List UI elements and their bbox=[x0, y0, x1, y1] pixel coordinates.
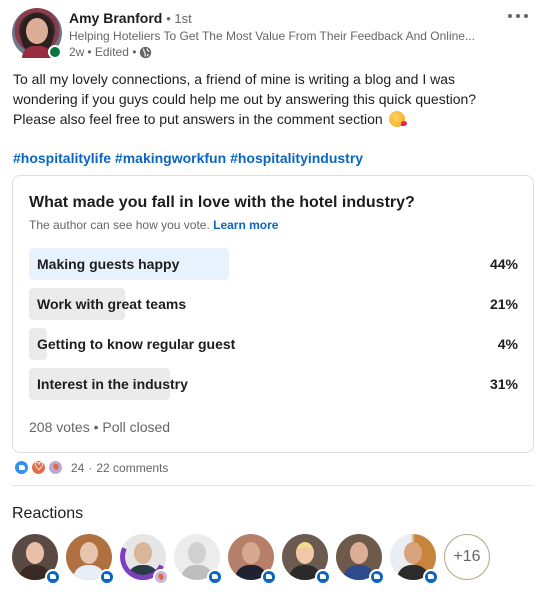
post-text-line: To all my lovely connections, a friend o… bbox=[13, 71, 455, 87]
connection-degree: • 1st bbox=[166, 11, 192, 26]
poll-option-label: Making guests happy bbox=[37, 256, 180, 272]
like-icon bbox=[261, 569, 277, 585]
globe-icon bbox=[140, 46, 152, 58]
reactors-list: +16 bbox=[12, 534, 490, 585]
reactor-avatar[interactable] bbox=[282, 534, 331, 585]
hashtag-link[interactable]: #hospitalityindustry bbox=[230, 150, 363, 166]
poll-option: Getting to know regular guest 4% bbox=[29, 328, 518, 360]
like-icon bbox=[14, 460, 29, 475]
poll-card: What made you fall in love with the hote… bbox=[12, 175, 534, 453]
photo-head bbox=[404, 542, 422, 564]
photo-head bbox=[26, 542, 44, 564]
love-icon bbox=[31, 460, 46, 475]
poll-option-percent: 21% bbox=[489, 296, 518, 312]
reactor-avatar[interactable] bbox=[66, 534, 115, 585]
support-icon bbox=[48, 460, 63, 475]
like-icon bbox=[315, 569, 331, 585]
poll-option: Interest in the industry 31% bbox=[29, 368, 518, 400]
ellipsis-icon bbox=[508, 14, 512, 18]
poll-question: What made you fall in love with the hote… bbox=[29, 194, 415, 211]
separator: · bbox=[88, 460, 93, 475]
divider bbox=[12, 485, 534, 486]
photo-head bbox=[242, 542, 260, 564]
post-edited: • Edited • bbox=[87, 45, 137, 59]
poll-footer: 208 votes • Poll closed bbox=[29, 419, 171, 435]
reactions-heading: Reactions bbox=[12, 505, 84, 522]
reaction-count[interactable]: 24 bbox=[71, 461, 84, 475]
author-name[interactable]: Amy Branford bbox=[69, 10, 162, 26]
hashtag-link[interactable]: #hospitalitylife bbox=[13, 150, 111, 166]
author-avatar[interactable] bbox=[12, 8, 62, 59]
poll-note-text: The author can see how you vote. bbox=[29, 218, 210, 232]
photo-head bbox=[80, 542, 98, 564]
post-meta: 2w • Edited • bbox=[69, 45, 152, 59]
poll-option-percent: 31% bbox=[489, 376, 518, 392]
more-reactors-button[interactable]: +16 bbox=[444, 534, 490, 580]
poll-option-percent: 44% bbox=[489, 256, 518, 272]
reactor-avatar[interactable] bbox=[120, 534, 169, 585]
like-icon bbox=[207, 569, 223, 585]
reactor-avatar[interactable] bbox=[174, 534, 223, 585]
ellipsis-icon bbox=[524, 14, 528, 18]
like-icon bbox=[45, 569, 61, 585]
reactor-avatar[interactable] bbox=[390, 534, 439, 585]
post-header: Amy Branford • 1st Helping Hoteliers To … bbox=[12, 6, 534, 62]
reactor-avatar[interactable] bbox=[12, 534, 61, 585]
poll-option-label: Interest in the industry bbox=[37, 376, 188, 392]
online-status-indicator bbox=[48, 45, 62, 59]
like-icon bbox=[369, 569, 385, 585]
poll-options: Making guests happy 44% Work with great … bbox=[29, 248, 518, 408]
kissing-face-emoji-icon bbox=[388, 111, 407, 127]
post-text: To all my lovely connections, a friend o… bbox=[13, 69, 533, 129]
photo-head bbox=[296, 542, 314, 564]
poll-note: The author can see how you vote. Learn m… bbox=[29, 218, 278, 232]
post-text-line: wondering if you guys could help me out … bbox=[13, 91, 477, 107]
hashtag-link[interactable]: #makingworkfun bbox=[115, 150, 226, 166]
poll-option-label: Work with great teams bbox=[37, 296, 187, 312]
avatar-face bbox=[26, 18, 48, 44]
like-icon bbox=[423, 569, 439, 585]
post-time: 2w bbox=[69, 45, 85, 59]
poll-option: Work with great teams 21% bbox=[29, 288, 518, 320]
post-text-line: Please also feel free to put answers in … bbox=[13, 109, 533, 129]
poll-option: Making guests happy 44% bbox=[29, 248, 518, 280]
comments-count[interactable]: 22 comments bbox=[96, 461, 168, 475]
hashtags: #hospitalitylife #makingworkfun #hospita… bbox=[13, 150, 363, 166]
poll-option-label: Getting to know regular guest bbox=[37, 336, 236, 352]
learn-more-link[interactable]: Learn more bbox=[213, 218, 278, 232]
more-options-button[interactable] bbox=[504, 6, 532, 26]
poll-option-percent: 4% bbox=[497, 336, 518, 352]
like-icon bbox=[99, 569, 115, 585]
support-icon bbox=[153, 569, 169, 585]
post-text-line-content: Please also feel free to put answers in … bbox=[13, 111, 383, 127]
photo-head bbox=[350, 542, 368, 564]
reactor-avatar[interactable] bbox=[228, 534, 277, 585]
author-headline: Helping Hoteliers To Get The Most Value … bbox=[69, 29, 475, 43]
author-line: Amy Branford • 1st bbox=[69, 10, 192, 26]
ellipsis-icon bbox=[516, 14, 520, 18]
photo-head bbox=[188, 542, 206, 564]
reactor-avatar[interactable] bbox=[336, 534, 385, 585]
social-counts: 24 · 22 comments bbox=[14, 460, 168, 475]
